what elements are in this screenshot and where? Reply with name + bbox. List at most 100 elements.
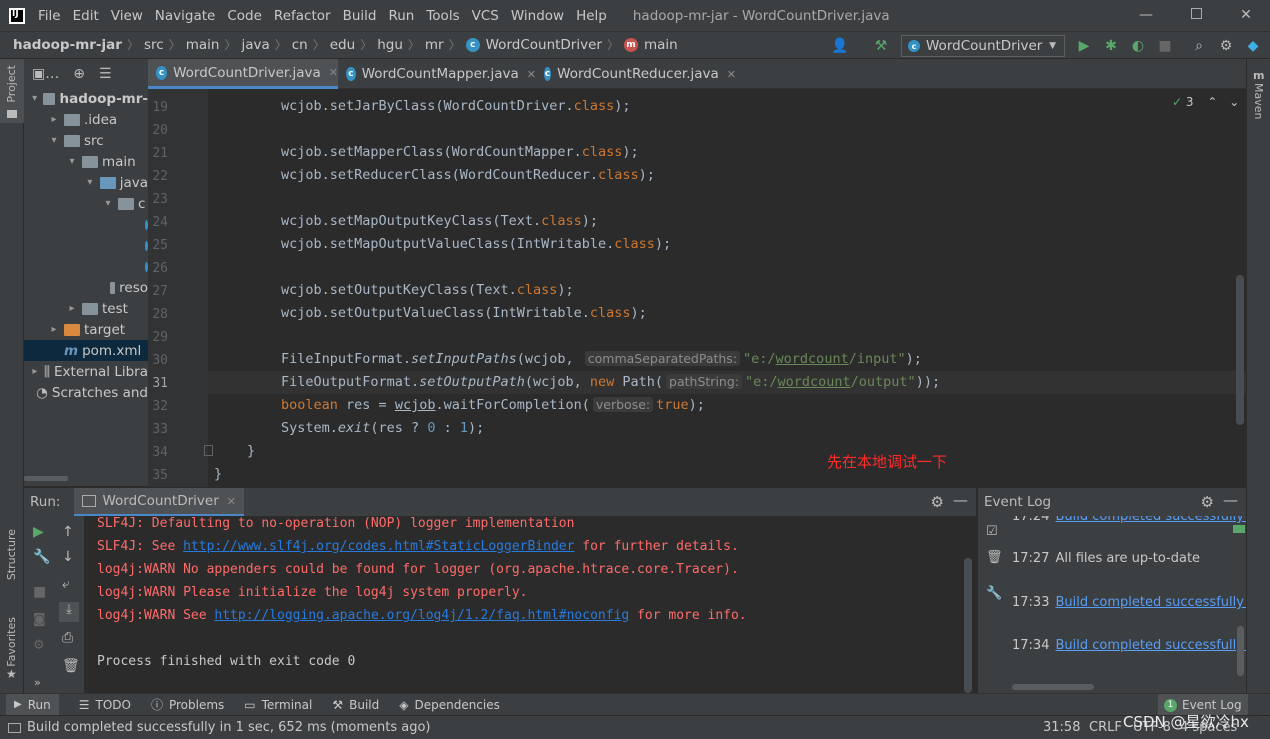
breadcrumb-cn[interactable]: cn [292, 37, 308, 53]
hide-panel-icon[interactable]: — [953, 491, 968, 509]
trash-icon[interactable]: 🗑 [62, 658, 80, 674]
tool-tab-build[interactable]: ⚒ Build [332, 698, 379, 712]
tree-item[interactable]: ▾ c [24, 193, 148, 214]
tool-tab-run[interactable]: ▶ Run [6, 693, 59, 716]
scroll-down-icon[interactable]: ↓ [62, 549, 74, 565]
menu-help[interactable]: Help [576, 8, 607, 24]
chevron-right-icon[interactable]: ▸ [48, 324, 60, 335]
breadcrumb-edu[interactable]: edu [330, 37, 355, 53]
close-icon[interactable]: ✕ [227, 495, 236, 508]
hide-panel-icon[interactable]: — [1223, 491, 1238, 509]
tab-wordcountmapper[interactable]: c WordCountMapper.java ✕ [338, 59, 536, 89]
breadcrumb-method[interactable]: main [644, 37, 678, 53]
rerun-icon[interactable]: ▶ [33, 524, 44, 540]
settings-gear-icon[interactable]: ⚙ [1201, 493, 1214, 511]
print-icon[interactable]: ⎙ [62, 630, 73, 646]
vertical-scrollbar[interactable] [1237, 626, 1244, 676]
breadcrumb-main[interactable]: main [186, 37, 220, 53]
tool-tab-todo[interactable]: ☰ TODO [79, 698, 131, 712]
settings-icon[interactable]: ⚙ [33, 638, 45, 653]
wrench-icon[interactable]: 🔧 [33, 549, 50, 565]
maximize-icon[interactable] [1185, 4, 1207, 26]
build-hammer-icon[interactable]: ⚒ [871, 36, 891, 56]
line-separator[interactable]: CRLF [1089, 720, 1122, 735]
run-tab-wordcountdriver[interactable]: WordCountDriver ✕ [74, 488, 244, 516]
tree-item[interactable]: ▾ src [24, 130, 148, 151]
menu-navigate[interactable]: Navigate [155, 8, 216, 24]
breadcrumb-hgu[interactable]: hgu [377, 37, 403, 53]
close-icon[interactable]: ✕ [329, 66, 338, 79]
tab-wordcountreducer[interactable]: c WordCountReducer.java ✕ [536, 59, 736, 89]
menu-view[interactable]: View [111, 8, 143, 24]
console-scrollbar[interactable] [964, 558, 972, 693]
mark-read-icon[interactable]: ☑ [986, 524, 998, 539]
collapse-all-icon[interactable]: ☰ [99, 66, 112, 82]
maven-tool-button[interactable]: Maven [1252, 83, 1265, 119]
code-with-me-icon[interactable]: ◆ [1243, 36, 1263, 56]
menu-vcs[interactable]: VCS [472, 8, 499, 24]
fold-marker-icon[interactable] [204, 445, 213, 456]
run-configuration-select[interactable]: c WordCountDriver ▼ [901, 35, 1065, 57]
tree-item[interactable]: ▸ .idea [24, 109, 148, 130]
breadcrumb-java[interactable]: java [241, 37, 269, 53]
breadcrumb-project[interactable]: hadoop-mr-jar [13, 37, 122, 53]
horizontal-scrollbar[interactable] [24, 476, 68, 481]
breadcrumb-mr[interactable]: mr [425, 37, 444, 53]
stop-icon[interactable]: ■ [33, 584, 46, 600]
locate-icon[interactable]: ⊕ [73, 66, 85, 82]
breadcrumb-src[interactable]: src [144, 37, 164, 53]
chevron-down-icon[interactable]: ▾ [30, 93, 39, 104]
tree-item[interactable]: ◔ Scratches and [24, 382, 148, 403]
tab-wordcountdriver[interactable]: c WordCountDriver.java ✕ [148, 59, 338, 89]
scroll-to-end-icon[interactable]: ⤓ [59, 602, 79, 622]
trash-icon[interactable]: 🗑 [986, 550, 1003, 565]
menu-file[interactable]: File [38, 8, 61, 24]
tree-item[interactable] [24, 214, 148, 235]
tree-item[interactable] [24, 256, 148, 277]
menu-refactor[interactable]: Refactor [274, 8, 331, 24]
settings-gear-icon[interactable]: ⚙ [931, 493, 944, 511]
chevron-down-icon[interactable]: ⌄ [1229, 95, 1239, 109]
chevron-right-icon[interactable]: ▸ [30, 366, 40, 377]
event-log-link[interactable]: Build completed successfully in 1 [1055, 516, 1246, 524]
search-icon[interactable]: ⌕ [1189, 36, 1209, 56]
code-editor[interactable]: 19 20 21 22 23 24 25 26 27 28 29 30 31 32 33 34 35 ✓ 3 ⌃… [148, 89, 1246, 487]
menu-build[interactable]: Build [343, 8, 377, 24]
inspection-widget[interactable]: ✓ 3 ⌃ ⌄ [1172, 95, 1239, 109]
settings-gear-icon[interactable]: ⚙ [1216, 36, 1236, 56]
console-link[interactable]: http://logging.apache.org/log4j/1.2/faq.… [214, 608, 629, 623]
vertical-scrollbar[interactable] [1236, 275, 1244, 425]
close-window-icon[interactable]: ✕ [1235, 4, 1257, 26]
event-log-link[interactable]: Build completed successfully in 1 [1055, 638, 1246, 653]
chevron-up-icon[interactable]: ⌃ [1207, 95, 1217, 109]
tree-item[interactable] [24, 235, 148, 256]
chevron-down-icon[interactable]: ▾ [84, 177, 96, 188]
tool-windows-icon[interactable] [8, 722, 21, 733]
event-log-link[interactable]: Build completed successfully in 1 [1055, 595, 1246, 610]
tree-item[interactable]: ▸ target [24, 319, 148, 340]
structure-tool-button[interactable]: Structure [5, 529, 18, 580]
favorites-tool-button[interactable]: Favorites [5, 617, 18, 667]
chevron-right-icon[interactable]: ▸ [66, 303, 78, 314]
menu-window[interactable]: Window [511, 8, 564, 24]
tree-item[interactable]: ▾ java [24, 172, 148, 193]
tree-item[interactable]: ▸ test [24, 298, 148, 319]
console-link[interactable]: http://www.slf4j.org/codes.html#StaticLo… [183, 539, 574, 554]
horizontal-scrollbar[interactable] [1012, 684, 1094, 690]
minimize-icon[interactable]: — [1135, 4, 1157, 26]
tool-tab-problems[interactable]: ⓘ Problems [151, 696, 224, 713]
menu-tools[interactable]: Tools [426, 8, 459, 24]
tree-item[interactable]: reso [24, 277, 148, 298]
scroll-up-icon[interactable]: ↑ [62, 524, 74, 540]
more-icon[interactable]: » [34, 676, 41, 689]
tree-item[interactable]: ▾ hadoop-mr- [24, 88, 148, 109]
chevron-down-icon[interactable]: ▾ [66, 156, 78, 167]
run-icon[interactable]: ▶ [1074, 36, 1094, 56]
tree-item[interactable]: ▾ main [24, 151, 148, 172]
breadcrumb-class[interactable]: WordCountDriver [486, 37, 602, 53]
menu-edit[interactable]: Edit [73, 8, 99, 24]
stop-icon[interactable]: ■ [1155, 36, 1175, 56]
chevron-down-icon[interactable]: ▾ [102, 198, 114, 209]
chevron-right-icon[interactable]: ▸ [48, 114, 60, 125]
coverage-icon[interactable]: ◐ [1128, 36, 1148, 56]
